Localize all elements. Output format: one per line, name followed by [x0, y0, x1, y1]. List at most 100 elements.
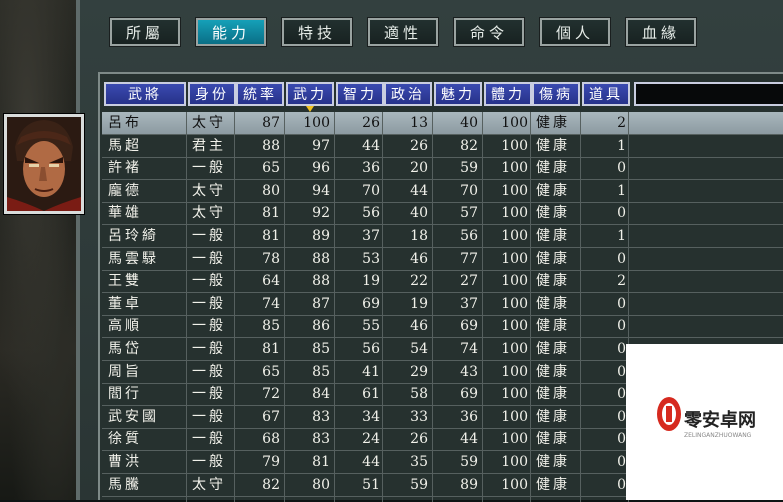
table-row[interactable]: 華雄 太守 81 92 56 40 57 100 健康 0 [102, 202, 783, 226]
cell-3: 92 [312, 205, 330, 222]
cell-6: 36 [460, 408, 478, 425]
cell-3: 100 [303, 115, 330, 131]
cell-1: 一般 [192, 273, 226, 290]
tab-4[interactable]: 命令 [453, 17, 525, 47]
table-row[interactable]: 龐德 太守 80 94 70 44 70 100 健康 1 [102, 180, 783, 203]
cell-5: 58 [410, 386, 428, 403]
cell-5: 26 [410, 431, 428, 448]
cell-1: 太守 [192, 115, 226, 131]
cell-7: 100 [501, 454, 528, 470]
table-row[interactable]: 呂玲綺 一般 81 89 37 18 56 100 健康 1 [102, 225, 783, 248]
cell-1: 太守 [192, 476, 226, 493]
table-row[interactable]: 董卓 一般 74 87 69 19 37 100 健康 0 [102, 293, 783, 316]
cell-9: 0 [617, 386, 626, 403]
tab-3[interactable]: 適性 [367, 17, 439, 47]
cell-9: 0 [617, 476, 626, 493]
cell-7: 100 [501, 386, 528, 403]
cell-7: 100 [501, 273, 528, 290]
watermark-brand: 零安卓网 [684, 410, 756, 431]
tab-6[interactable]: 血緣 [625, 17, 697, 47]
cell-3: 80 [312, 476, 330, 493]
cell-8: 健康 [536, 318, 570, 335]
cell-3: 86 [312, 318, 330, 335]
tab-1[interactable]: 能力 [195, 17, 267, 47]
cell-2: 65 [262, 160, 280, 177]
tab-5[interactable]: 個人 [539, 17, 611, 47]
cell-7: 100 [501, 408, 528, 425]
cell-0: 呂布 [108, 115, 142, 131]
cell-7: 100 [501, 295, 528, 312]
column-header-1[interactable]: 身份 [188, 82, 236, 106]
cell-8: 健康 [536, 115, 570, 131]
cell-2: 65 [262, 363, 280, 380]
tab-2[interactable]: 特技 [281, 17, 353, 47]
cell-1: 一般 [192, 228, 226, 244]
cell-0: 王雙 [108, 273, 142, 290]
cell-2: 80 [262, 182, 280, 199]
column-header-7[interactable]: 體力 [484, 82, 532, 106]
cell-8: 健康 [536, 205, 570, 222]
cell-0: 武安國 [108, 408, 159, 425]
column-header-5[interactable]: 政治 [384, 82, 432, 106]
cell-1: 一般 [192, 454, 226, 470]
column-divider [334, 112, 335, 502]
cell-0: 呂玲綺 [108, 228, 159, 244]
table-row[interactable]: 馬雲騄 一般 78 88 53 46 77 100 健康 0 [102, 248, 783, 271]
cell-9: 0 [617, 431, 626, 448]
cell-2: 82 [262, 476, 280, 493]
cell-1: 一般 [192, 341, 226, 357]
column-header-9[interactable]: 道具 [582, 82, 630, 106]
cell-8: 健康 [536, 431, 570, 448]
cell-8: 健康 [536, 137, 570, 154]
column-header-2[interactable]: 統率 [236, 82, 284, 106]
cell-6: 59 [460, 160, 478, 177]
cell-3: 97 [312, 137, 330, 154]
cell-7: 100 [501, 476, 528, 493]
cell-8: 健康 [536, 182, 570, 199]
tab-0[interactable]: 所屬 [109, 17, 181, 47]
column-header-8[interactable]: 傷病 [532, 82, 580, 106]
table-row[interactable]: 高順 一般 85 86 55 46 69 100 健康 0 [102, 315, 783, 339]
cell-4: 61 [362, 386, 380, 403]
column-divider [186, 112, 187, 502]
cell-9: 0 [617, 295, 626, 312]
cell-7: 100 [501, 115, 528, 131]
cell-5: 46 [410, 250, 428, 267]
cell-1: 一般 [192, 318, 226, 335]
table-row[interactable]: 呂布 太守 87 100 26 13 40 100 健康 2 [102, 112, 783, 135]
cell-2: 81 [262, 228, 280, 244]
cell-9: 0 [617, 454, 626, 470]
cell-2: 88 [262, 137, 280, 154]
cell-2: 68 [262, 431, 280, 448]
table-row[interactable]: 許褚 一般 65 96 36 20 59 100 健康 0 [102, 157, 783, 181]
cell-4: 51 [362, 476, 380, 493]
cell-3: 83 [312, 431, 330, 448]
cell-0: 馬騰 [108, 476, 142, 493]
cell-5: 29 [410, 363, 428, 380]
cell-8: 健康 [536, 228, 570, 244]
cell-0: 周旨 [108, 363, 142, 380]
cell-4: 41 [362, 363, 380, 380]
table-row[interactable]: 王雙 一般 64 88 19 22 27 100 健康 2 [102, 270, 783, 294]
cell-6: 74 [460, 341, 478, 357]
cell-3: 96 [312, 160, 330, 177]
cell-9: 1 [617, 182, 626, 199]
watermark-sub: ZELINGANZHUOWANG [684, 432, 752, 439]
cell-3: 89 [312, 228, 330, 244]
cell-6: 59 [460, 454, 478, 470]
cell-5: 33 [410, 408, 428, 425]
column-header-0[interactable]: 武將 [104, 82, 186, 106]
cell-8: 健康 [536, 160, 570, 177]
column-header-3[interactable]: 武力 [286, 82, 334, 106]
cell-0: 龐德 [108, 182, 142, 199]
column-header-6[interactable]: 魅力 [434, 82, 482, 106]
warrior-face-icon [7, 117, 81, 211]
table-row[interactable]: 馬超 君主 88 97 44 26 82 100 健康 1 [102, 135, 783, 158]
cell-6: 44 [460, 431, 478, 448]
cell-9: 0 [617, 341, 626, 357]
cell-9: 0 [617, 318, 626, 335]
column-header-4[interactable]: 智力 [336, 82, 384, 106]
cell-6: 56 [460, 228, 478, 244]
cell-1: 一般 [192, 431, 226, 448]
cell-1: 一般 [192, 363, 226, 380]
